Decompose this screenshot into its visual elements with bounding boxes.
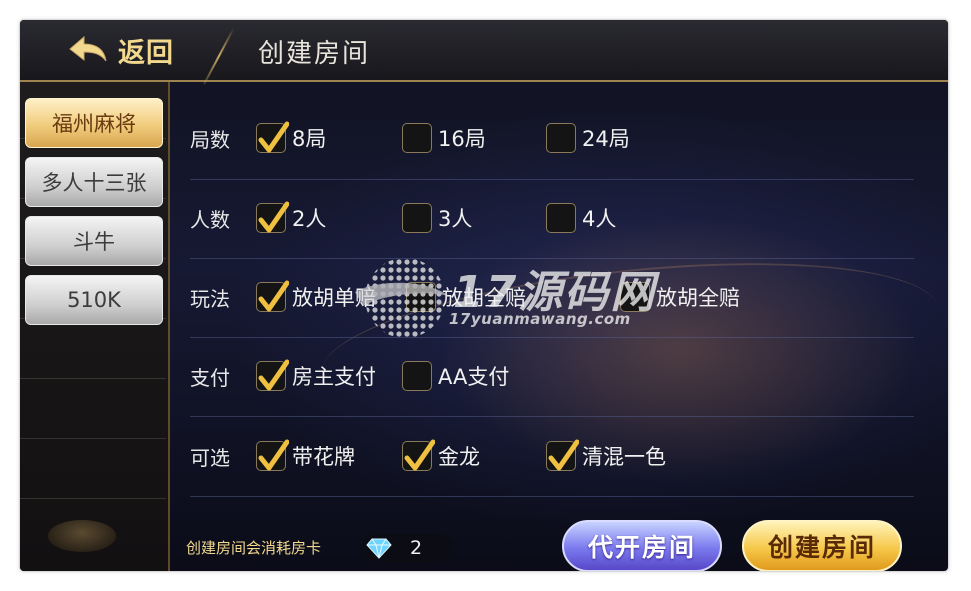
option-label: 放胡全赔 [656, 286, 740, 310]
rounds-option-8[interactable]: 8局 [256, 120, 326, 156]
room-card-count: 2 [410, 537, 423, 559]
sidebar-item-douniu[interactable]: 斗牛 [25, 216, 163, 266]
checkmark-icon [404, 439, 435, 471]
rounds-option-16[interactable]: 16局 [402, 120, 486, 156]
payment-option-aa[interactable]: AA支付 [402, 358, 509, 394]
checkmark-icon [258, 439, 289, 471]
sidebar-item-label: 多人十三张 [41, 171, 147, 195]
option-label: 24局 [582, 127, 630, 151]
rounds-option-24[interactable]: 24局 [546, 120, 630, 156]
page-title: 创建房间 [258, 39, 371, 69]
proxy-open-room-button[interactable]: 代开房间 [562, 520, 722, 571]
option-label: 金龙 [438, 445, 480, 469]
optional-option-flower[interactable]: 带花牌 [256, 438, 355, 474]
players-option-3[interactable]: 3人 [402, 200, 472, 236]
option-label: 8局 [292, 127, 327, 151]
optional-label: 可选 [190, 446, 230, 470]
checkmark-icon [548, 439, 579, 471]
sidebar-ornament [48, 520, 116, 552]
checkbox[interactable] [256, 201, 289, 233]
sidebar-item-multi-thirteen[interactable]: 多人十三张 [25, 157, 163, 207]
row-divider [190, 179, 914, 180]
sidebar-item-label: 510K [67, 288, 121, 312]
game-sidebar: 福州麻将 多人十三张 斗牛 510K [20, 82, 170, 571]
checkbox[interactable] [256, 359, 289, 391]
option-label: 4人 [582, 207, 617, 231]
watermark-url: 17yuanmawang.com [449, 310, 631, 328]
checkbox[interactable] [546, 203, 576, 233]
option-label: AA支付 [438, 365, 510, 389]
globe-logo-icon [355, 258, 449, 338]
checkmark-icon [258, 121, 289, 153]
optional-option-mixed-suit[interactable]: 清混一色 [546, 438, 666, 474]
payment-option-host[interactable]: 房主支付 [256, 358, 376, 394]
create-room-window: 返回 创建房间 福州麻将 多人十三张 斗牛 510K 局数 8局 16局 24局… [20, 20, 948, 571]
sidebar-item-label: 福州麻将 [52, 112, 136, 136]
checkbox[interactable] [256, 121, 289, 153]
optional-option-golden-dragon[interactable]: 金龙 [402, 438, 480, 474]
checkbox[interactable] [402, 361, 432, 391]
sidebar-item-label: 斗牛 [73, 230, 115, 254]
rounds-row: 局数 8局 16局 24局 [190, 120, 930, 180]
rounds-label: 局数 [190, 128, 230, 152]
checkbox[interactable] [256, 439, 289, 471]
row-divider [190, 416, 914, 417]
checkbox[interactable] [402, 203, 432, 233]
create-room-button[interactable]: 创建房间 [742, 520, 902, 571]
back-button[interactable]: 返回 [68, 32, 174, 69]
checkbox[interactable] [402, 439, 435, 471]
checkmark-icon [258, 201, 289, 233]
back-label: 返回 [118, 37, 174, 69]
room-card-counter: 2 [362, 534, 454, 562]
checkbox[interactable] [402, 123, 432, 153]
room-card-cost-label: 创建房间会消耗房卡 [186, 539, 322, 557]
sidebar-divider [20, 378, 166, 379]
checkbox[interactable] [256, 280, 289, 312]
checkmark-icon [258, 280, 289, 312]
row-divider [190, 496, 914, 497]
proxy-open-room-label: 代开房间 [587, 533, 696, 562]
rules-label: 玩法 [190, 287, 230, 311]
sidebar-divider [20, 438, 166, 439]
create-room-label: 创建房间 [767, 533, 876, 562]
players-option-2[interactable]: 2人 [256, 200, 326, 236]
option-label: 2人 [292, 207, 327, 231]
players-option-4[interactable]: 4人 [546, 200, 616, 236]
option-label: 房主支付 [292, 365, 376, 389]
header-bar: 返回 创建房间 [20, 20, 948, 85]
checkbox[interactable] [546, 123, 576, 153]
optional-row: 可选 带花牌 金龙 清混一色 [190, 438, 930, 498]
players-label: 人数 [190, 208, 230, 232]
sidebar-item-510k[interactable]: 510K [25, 275, 163, 325]
payment-label: 支付 [190, 366, 230, 390]
payment-row: 支付 房主支付 AA支付 [190, 358, 930, 418]
sidebar-divider [20, 498, 166, 499]
header-divider [203, 27, 235, 85]
option-label: 3人 [438, 207, 473, 231]
checkmark-icon [258, 359, 289, 391]
option-label: 带花牌 [292, 445, 355, 469]
checkbox[interactable] [546, 439, 579, 471]
back-arrow-icon [69, 35, 107, 62]
option-label: 清混一色 [582, 445, 666, 469]
sidebar-item-fuzhou-mahjong[interactable]: 福州麻将 [25, 98, 163, 148]
watermark: 17源码网 17yuanmawang.com [325, 248, 665, 358]
option-label: 16局 [438, 127, 486, 151]
diamond-icon [366, 538, 392, 559]
